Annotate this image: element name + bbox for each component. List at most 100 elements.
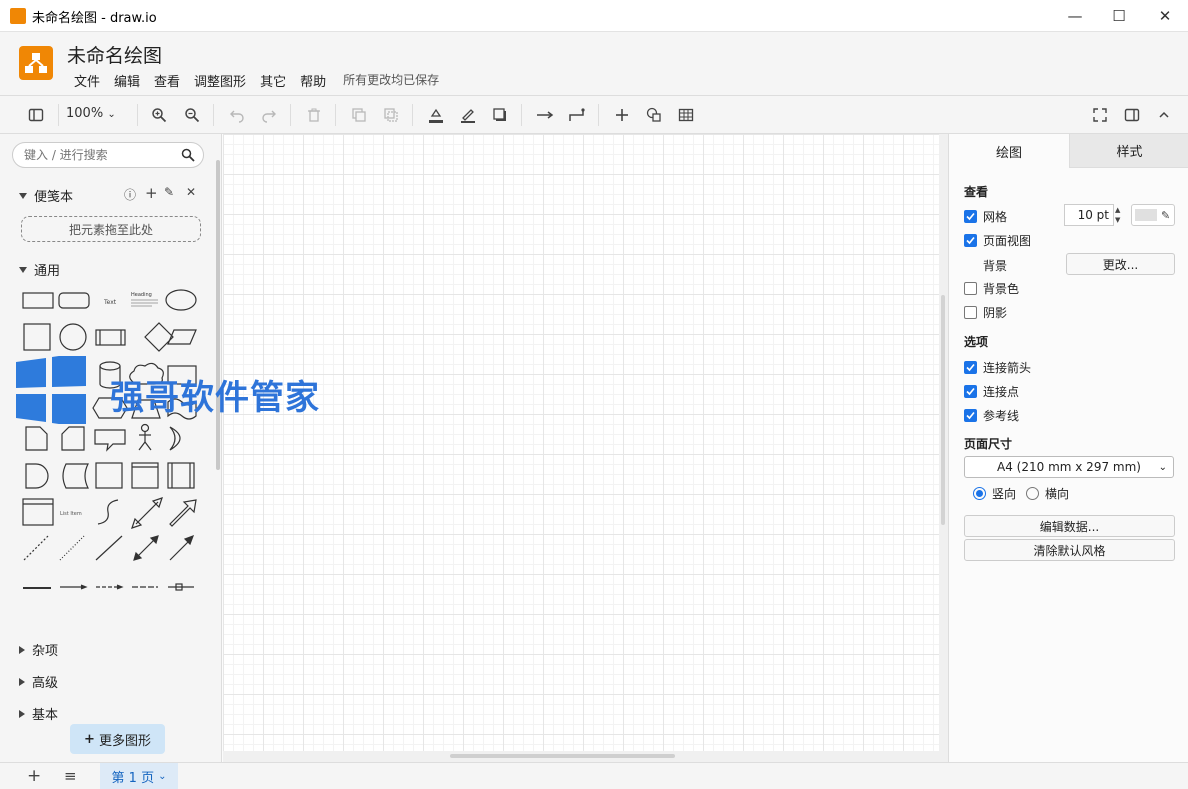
square-shape[interactable] [23, 323, 51, 351]
heading-shape-label[interactable]: Heading [131, 292, 152, 298]
connection-arrow-icon[interactable] [533, 103, 557, 127]
text-shape-label[interactable]: Text [103, 299, 117, 306]
close-button[interactable]: ✕ [1142, 0, 1188, 32]
change-background-button[interactable]: 更改... [1066, 253, 1175, 275]
add-icon[interactable]: + [145, 184, 158, 202]
shape-search-input[interactable] [12, 142, 204, 168]
connector-labeled-shape[interactable] [168, 583, 194, 591]
line-shape[interactable] [95, 535, 123, 561]
callout-shape[interactable] [94, 429, 126, 452]
grid-size-stepper[interactable]: ▲ ▼ [1115, 205, 1120, 225]
waypoints-icon[interactable] [565, 103, 589, 127]
landscape-radio[interactable]: 横向 [1026, 485, 1069, 502]
connector-dashed-shape[interactable] [96, 584, 124, 590]
delete-icon[interactable] [302, 103, 326, 127]
internal-storage-shape[interactable] [167, 462, 195, 489]
more-shapes-button[interactable]: + 更多图形 [70, 724, 165, 754]
redo-icon[interactable] [257, 103, 281, 127]
menu-help[interactable]: 帮助 [293, 71, 333, 90]
delay-shape[interactable] [25, 463, 49, 489]
shadow-icon[interactable] [488, 103, 512, 127]
frame-shape[interactable] [131, 462, 159, 489]
circle-shape[interactable] [59, 323, 87, 351]
fill-color-icon[interactable] [424, 103, 448, 127]
diamond-shape[interactable] [144, 322, 174, 352]
shadow-checkbox[interactable]: 阴影 [964, 304, 1007, 321]
insert-shape-icon[interactable] [642, 103, 666, 127]
container-shape[interactable] [95, 462, 123, 489]
fullscreen-icon[interactable] [1088, 103, 1112, 127]
insert-plus-icon[interactable] [610, 103, 634, 127]
rounded-rectangle-shape[interactable] [58, 292, 90, 309]
bidirectional-arrow-shape[interactable] [131, 497, 163, 529]
connection-points-checkbox[interactable]: 连接点 [964, 383, 1019, 400]
help-icon[interactable]: ⓘ [124, 186, 136, 203]
scratchpad-drop-zone[interactable]: 把元素拖至此处 [21, 216, 201, 242]
search-icon[interactable] [181, 148, 195, 166]
ellipse-shape[interactable] [165, 289, 197, 311]
to-front-icon[interactable] [347, 103, 371, 127]
diagram-canvas[interactable] [223, 134, 939, 751]
menu-view[interactable]: 查看 [147, 71, 187, 90]
dotted-line-shape[interactable] [59, 535, 85, 561]
misc-section-header[interactable]: 杂项 [19, 640, 58, 659]
basic-section-header[interactable]: 基本 [19, 704, 58, 723]
zoom-in-icon[interactable] [147, 103, 171, 127]
or-shape[interactable] [169, 426, 181, 451]
connector-arrow-shape[interactable] [60, 584, 88, 590]
paper-size-select[interactable]: A4 (210 mm x 297 mm) ⌄ [964, 456, 1174, 478]
portrait-radio[interactable]: 竖向 [973, 485, 1016, 502]
actor-shape[interactable] [138, 423, 152, 451]
pages-menu-icon[interactable]: ≡ [64, 767, 77, 785]
curve-shape[interactable] [97, 499, 119, 525]
add-page-icon[interactable]: + [27, 766, 41, 786]
advanced-section-header[interactable]: 高级 [19, 672, 58, 691]
background-color-checkbox[interactable]: 背景色 [964, 280, 1019, 297]
document-title[interactable]: 未命名绘图 [67, 41, 162, 68]
grid-size-input[interactable]: 10 pt [1064, 204, 1114, 226]
guides-checkbox[interactable]: 参考线 [964, 407, 1019, 424]
page-tab-1[interactable]: 第 1 页 ⌄ [100, 763, 178, 789]
line-color-icon[interactable] [456, 103, 480, 127]
stored-data-shape[interactable] [62, 463, 89, 489]
tab-style[interactable]: 样式 [1069, 134, 1188, 168]
edit-pencil-icon[interactable]: ✎ [164, 185, 174, 199]
zoom-out-icon[interactable] [180, 103, 204, 127]
close-icon[interactable]: ✕ [186, 185, 196, 199]
to-back-icon[interactable] [379, 103, 403, 127]
chevron-up-icon[interactable] [1152, 103, 1176, 127]
page-view-checkbox[interactable]: 页面视图 [964, 232, 1031, 249]
menu-file[interactable]: 文件 [67, 71, 107, 90]
grid-color-picker[interactable]: ✎ [1131, 204, 1175, 226]
menu-arrange[interactable]: 调整图形 [187, 71, 253, 90]
toggle-sidebar-icon[interactable] [24, 103, 48, 127]
general-section-header[interactable]: 通用 [19, 260, 60, 279]
list-shape[interactable] [22, 498, 54, 526]
rectangle-shape[interactable] [22, 292, 54, 309]
menu-extras[interactable]: 其它 [253, 71, 293, 90]
arrow-shape[interactable] [169, 534, 195, 561]
block-arrow-shape[interactable] [169, 499, 197, 527]
undo-icon[interactable] [225, 103, 249, 127]
zoom-dropdown[interactable]: 100% ⌄ [66, 106, 116, 121]
card-shape[interactable] [61, 426, 85, 451]
horizontal-scrollbar[interactable] [450, 754, 675, 758]
vertical-scrollbar[interactable] [941, 295, 945, 525]
menu-edit[interactable]: 编辑 [107, 71, 147, 90]
minimize-button[interactable]: — [1052, 0, 1098, 32]
list-item-shape-label[interactable]: List Item [60, 511, 82, 517]
clear-default-style-button[interactable]: 清除默认风格 [964, 539, 1175, 561]
scratchpad-header[interactable]: 便笺本 [19, 186, 73, 205]
save-status[interactable]: 所有更改均已保存 [333, 71, 446, 90]
tab-diagram[interactable]: 绘图 [949, 134, 1069, 168]
sidebar-scrollbar[interactable] [216, 160, 220, 470]
edit-data-button[interactable]: 编辑数据... [964, 515, 1175, 537]
grid-checkbox[interactable]: 网格 [964, 208, 1007, 225]
dashed-line-shape[interactable] [23, 535, 49, 561]
table-icon[interactable] [674, 103, 698, 127]
double-arrow-shape[interactable] [133, 535, 159, 561]
format-panel-toggle-icon[interactable] [1120, 103, 1144, 127]
note-shape[interactable] [25, 426, 48, 451]
connection-arrows-checkbox[interactable]: 连接箭头 [964, 359, 1031, 376]
maximize-button[interactable]: ☐ [1096, 0, 1142, 32]
